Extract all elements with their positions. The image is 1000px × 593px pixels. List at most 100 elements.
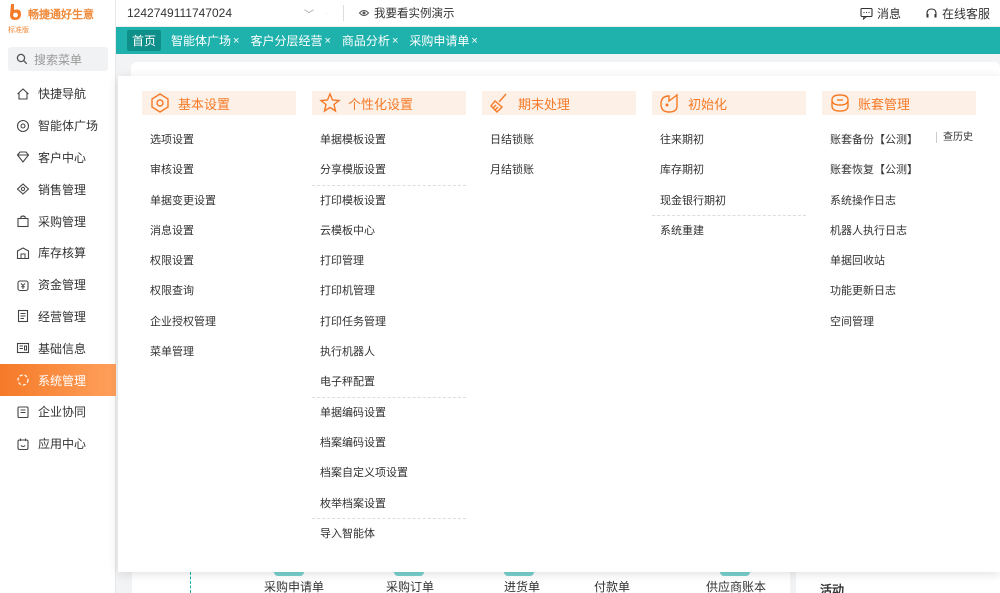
sidebar-item-sales[interactable]: 销售管理 [0,173,116,205]
sidebar-item-system[interactable]: 系统管理 [0,364,116,396]
menu-link[interactable]: 导入智能体 [312,519,466,549]
sidebar-item-label: 基础信息 [38,341,87,356]
flow-item-receipt[interactable]: 进货单 [504,578,540,593]
flow-node-cap [274,572,304,576]
home-icon [16,87,30,101]
sidebar-item-agent-square[interactable]: 智能体广场 [0,110,116,142]
sidebar-item-purchase[interactable]: 采购管理 [0,205,116,237]
chevron-down-icon[interactable]: ﹀ [304,6,314,21]
menu-search[interactable]: 搜索菜单 [8,47,108,71]
sidebar-item-business[interactable]: 经营管理 [0,301,116,333]
tab-product-analysis[interactable]: 商品分析 × [342,27,398,54]
sidebar-item-funds[interactable]: 资金管理 [0,269,116,301]
flow-item-supplier-ledger[interactable]: 供应商账本 [706,578,766,593]
message-icon [860,7,873,20]
sidebar-item-label: 经营管理 [38,309,87,324]
menu-link[interactable]: 日结锁账 [482,125,636,155]
support-label: 在线客服 [941,7,990,21]
menu-link[interactable]: 库存期初 [652,155,806,185]
menu-link[interactable]: 空间管理 [822,307,976,337]
menu-link[interactable]: 分享模版设置 [312,155,466,186]
sidebar-item-label: 库存核算 [38,246,87,261]
menu-link[interactable]: 月结锁账 [482,155,636,185]
column-items: 账套备份【公测】 账套恢复【公测】 系统操作日志 机器人执行日志 单据回收站 功… [822,125,976,337]
column-title: 基本设置 [178,96,231,112]
menu-link[interactable]: 枚举档案设置 [312,489,466,519]
menu-link[interactable]: 打印机管理 [312,276,466,306]
account-selector[interactable]: 1242749111747024 ﹀ [127,6,327,21]
menu-link[interactable]: 审核设置 [142,155,296,185]
menu-link[interactable]: 系统操作日志 [822,186,976,216]
sidebar-item-app-center[interactable]: 应用中心 [0,428,116,460]
tab-purchase-request[interactable]: 采购申请单 × [409,27,477,54]
tab-agent-square[interactable]: 智能体广场 × [171,27,239,54]
column-items: 选项设置 审核设置 单据变更设置 消息设置 权限设置 权限查询 企业授权管理 菜… [142,125,296,367]
tab-home[interactable]: 首页 [127,30,162,51]
menu-link[interactable]: 权限设置 [142,246,296,276]
flow-item-purchase-order[interactable]: 采购订单 [386,578,434,593]
support-button[interactable]: 在线客服 [925,5,990,22]
column-title: 个性化设置 [348,96,414,112]
menu-link[interactable]: 系统重建 [652,216,806,246]
sidebar-item-quick-nav[interactable]: 快捷导航 [0,78,116,110]
menu-link[interactable]: 单据变更设置 [142,186,296,216]
gear-icon[interactable] [326,7,327,20]
tab-label: 商品分析 [341,34,390,48]
column-title: 期末处理 [518,96,571,112]
tab-label: 智能体广场 [171,34,232,48]
flow-item-purchase-request[interactable]: 采购申请单 [264,578,324,593]
menu-link[interactable]: 往来期初 [652,125,806,155]
info-card-icon [16,341,30,355]
menu-link[interactable]: 账套恢复【公测】 [822,155,976,185]
sidebar-item-label: 客户中心 [38,150,87,165]
menu-link[interactable]: 云模板中心 [312,216,466,246]
menu-link[interactable]: 选项设置 [142,125,296,155]
tab-label: 首页 [132,34,157,48]
flow-node-cap [720,572,750,576]
sidebar-item-basic-info[interactable]: 基础信息 [0,332,116,364]
demo-link[interactable]: 我要看实例演示 [343,5,455,21]
flow-connector [190,572,191,593]
tab-customer-tiering[interactable]: 客户分层经营 × [250,27,330,54]
brand-logo[interactable]: 畅捷通好生意 标准版 [0,0,115,44]
menu-link[interactable]: 档案自定义项设置 [312,458,466,488]
menu-link[interactable]: 现金银行期初 [652,186,806,216]
document-icon [16,309,30,323]
menu-link[interactable]: 执行机器人 [312,337,466,367]
messages-button[interactable]: 消息 [860,5,901,22]
sidebar-item-customer-center[interactable]: 客户中心 [0,142,116,174]
menu-link[interactable]: 打印管理 [312,246,466,276]
account-set-icon [828,92,852,114]
close-icon[interactable]: × [233,35,239,47]
close-icon[interactable]: × [324,35,330,47]
menu-link[interactable]: 菜单管理 [142,337,296,367]
activity-title: 活动 [820,583,845,593]
menu-link[interactable]: 权限查询 [142,276,296,306]
sidebar-item-collab[interactable]: 企业协同 [0,396,116,428]
flow-item-payment[interactable]: 付款单 [594,578,630,593]
close-icon[interactable]: × [471,35,477,47]
menu-link[interactable]: 机器人执行日志 [822,216,976,246]
menu-link[interactable]: 档案编码设置 [312,428,466,458]
sidebar-item-inventory[interactable]: 库存核算 [0,237,116,269]
menu-link[interactable]: 单据回收站 [822,246,976,276]
sidebar-item-label: 企业协同 [38,405,87,420]
bag-icon [16,214,30,228]
close-icon[interactable]: × [392,35,398,47]
menu-link[interactable]: 打印任务管理 [312,307,466,337]
column-items: 往来期初 库存期初 现金银行期初 系统重建 [652,125,806,246]
menu-link[interactable]: 消息设置 [142,216,296,246]
menu-link[interactable]: 电子秤配置 [312,367,466,398]
demo-label: 我要看实例演示 [374,8,455,20]
star-brush-icon [318,92,342,114]
view-history-link[interactable]: 查历史 [936,132,973,143]
column-title: 初始化 [688,96,728,112]
menu-link[interactable]: 企业授权管理 [142,307,296,337]
sidebar-item-label: 应用中心 [38,437,87,452]
menu-link[interactable]: 单据编码设置 [312,398,466,428]
menu-link[interactable]: 打印模板设置 [312,186,466,216]
menu-link[interactable]: 单据模板设置 [312,125,466,155]
menu-link[interactable]: 功能更新日志 [822,276,976,306]
sidebar-menu: 快捷导航 智能体广场 客户中心 销售管理 采购管理 库存核算 资金管理 经营管理… [0,78,116,460]
tabs-bar: 首页 智能体广场 × 客户分层经营 × 商品分析 × 采购申请单 × [116,27,1000,54]
